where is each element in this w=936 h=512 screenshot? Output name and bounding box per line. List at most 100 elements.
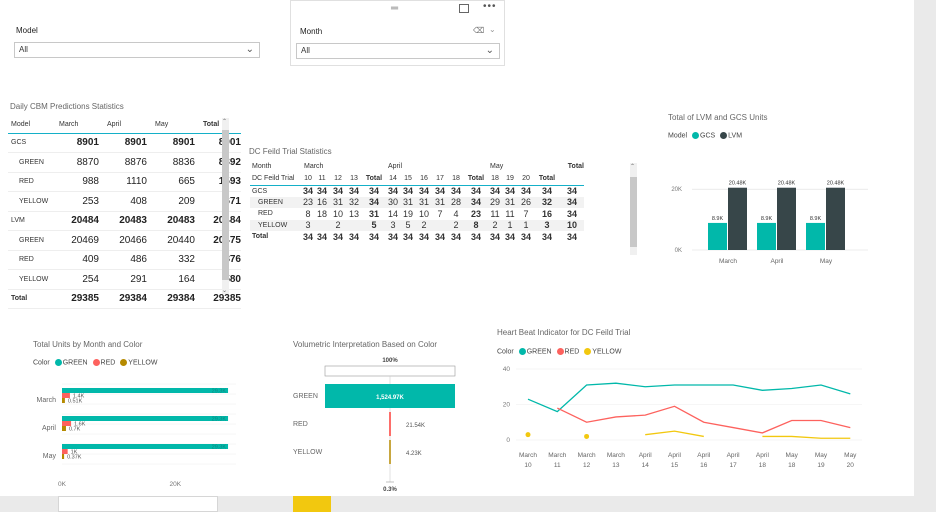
x-tick-label: May (786, 452, 799, 459)
scroll-down-icon[interactable]: ⌄ (222, 287, 227, 294)
data-label: 29.3K (212, 389, 227, 395)
column-header[interactable]: March (51, 116, 99, 133)
legend-label-green[interactable]: GREEN (63, 359, 88, 366)
scrollbar-thumb[interactable] (222, 130, 229, 280)
matrix-cell: 34 (332, 231, 343, 242)
matrix-cell: 31 (368, 208, 379, 219)
column-header[interactable]: May (488, 161, 560, 172)
x-tick-label: 0K (58, 481, 67, 488)
matrix-cell: 11 (490, 208, 500, 219)
row-label[interactable]: GCS (250, 185, 302, 197)
drag-handle-icon[interactable]: ═ (391, 3, 398, 14)
eraser-icon[interactable]: ⌫ (473, 26, 484, 35)
bar-green (62, 444, 229, 449)
column-header[interactable]: Total (534, 172, 560, 185)
column-header[interactable]: 10 (302, 172, 314, 185)
column-header[interactable]: 13 (346, 172, 362, 185)
column-header[interactable]: 14 (386, 172, 400, 185)
matrix-cell: 34 (450, 186, 461, 196)
column-header[interactable]: 12 (330, 172, 346, 185)
x-tick-label: 10 (524, 462, 532, 469)
matrix-cell: 18 (316, 208, 327, 219)
dc-scrollbar[interactable]: ⌃ (630, 163, 637, 255)
page-tab[interactable] (58, 496, 218, 512)
scrollbar-thumb[interactable] (630, 177, 637, 247)
row-label[interactable]: Total (8, 289, 51, 309)
row-label[interactable]: RED (8, 250, 51, 270)
column-header[interactable]: 19 (502, 172, 518, 185)
matrix-cell: 32 (541, 197, 552, 208)
data-label: 1,524.97K (376, 395, 404, 401)
chevron-down-icon[interactable]: ⌄ (489, 25, 496, 34)
column-header[interactable]: 16 (416, 172, 432, 185)
cbm-scrollbar[interactable]: ⌃ ⌄ (222, 118, 229, 294)
matrix-cell: 254 (82, 273, 99, 285)
add-page-tab[interactable] (293, 496, 331, 512)
row-label[interactable]: Total (250, 231, 302, 243)
focus-mode-icon[interactable] (459, 4, 469, 13)
row-label[interactable]: YELLOW (250, 220, 302, 232)
legend-label-lvm[interactable]: LVM (728, 132, 742, 139)
matrix-cell: 14 (387, 208, 398, 219)
column-header[interactable]: Total (464, 172, 488, 185)
row-label[interactable]: YELLOW (8, 192, 51, 212)
scroll-up-icon[interactable]: ⌃ (222, 118, 227, 125)
table-row: RED 988 1110 665 1593 (8, 172, 241, 192)
y-tick-label: March (37, 397, 57, 404)
bar-yellow (62, 454, 65, 459)
row-label[interactable]: LVM (8, 211, 51, 231)
column-header[interactable]: 17 (432, 172, 448, 185)
column-header[interactable]: Model (8, 116, 51, 133)
row-label[interactable]: YELLOW (8, 270, 51, 290)
x-tick-label: March (607, 452, 625, 459)
column-header[interactable]: 18 (488, 172, 502, 185)
column-header[interactable]: 11 (314, 172, 330, 185)
column-header[interactable]: March (302, 161, 386, 172)
row-label[interactable]: GREEN (8, 231, 51, 251)
matrix-cell: 26 (520, 197, 531, 208)
matrix-cell: 34 (504, 186, 515, 196)
funnel-bottom-label: 0.3% (383, 487, 397, 493)
column-header[interactable]: Total (195, 116, 241, 133)
bar-gcs (708, 222, 727, 250)
row-label[interactable]: GREEN (8, 153, 51, 173)
row-label[interactable]: GCS (8, 133, 51, 153)
matrix-cell: 988 (82, 176, 99, 188)
column-header[interactable]: May (147, 116, 195, 133)
line-red (557, 405, 851, 434)
column-header[interactable]: 18 (448, 172, 464, 185)
column-header[interactable]: 15 (400, 172, 416, 185)
column-header[interactable]: Total (362, 172, 386, 185)
row-label[interactable]: RED (8, 172, 51, 192)
matrix-cell: 1 (523, 220, 529, 231)
funnel-bar-yellow (389, 440, 391, 464)
matrix-cell: 671 (224, 195, 241, 207)
scroll-up-icon[interactable]: ⌃ (630, 163, 635, 170)
matrix-cell: 34 (470, 197, 481, 208)
row-label[interactable]: RED (250, 208, 302, 220)
column-header[interactable]: 20 (518, 172, 534, 185)
column-header[interactable]: April (99, 116, 147, 133)
model-dropdown[interactable]: All ⌄ (14, 42, 260, 58)
matrix-cell: 20484 (71, 215, 99, 227)
month-dropdown[interactable]: All ⌄ (296, 43, 500, 59)
column-header[interactable]: Total (560, 161, 584, 172)
matrix-cell: 29 (489, 197, 500, 208)
legend-label-yellow[interactable]: YELLOW (128, 359, 157, 366)
row-label[interactable]: GREEN (250, 197, 302, 209)
more-options-icon[interactable]: ••• (483, 1, 497, 12)
model-slicer-title: Model (16, 26, 38, 35)
legend-label-red[interactable]: RED (101, 359, 116, 366)
matrix-cell: 665 (178, 176, 195, 188)
legend-label-yellow[interactable]: YELLOW (592, 348, 621, 355)
x-tick-label: 14 (642, 462, 650, 469)
matrix-cell: 34 (566, 231, 577, 242)
matrix-cell: 10 (418, 208, 429, 219)
data-label: 0.51K (68, 399, 83, 405)
legend-label-red[interactable]: RED (565, 348, 580, 355)
column-header[interactable]: April (386, 161, 488, 172)
legend-label-green[interactable]: GREEN (527, 348, 552, 355)
legend-label-gcs[interactable]: GCS (700, 132, 715, 139)
row-header[interactable]: DC Feild Trial (250, 172, 302, 185)
column-header[interactable]: Month (250, 161, 302, 172)
